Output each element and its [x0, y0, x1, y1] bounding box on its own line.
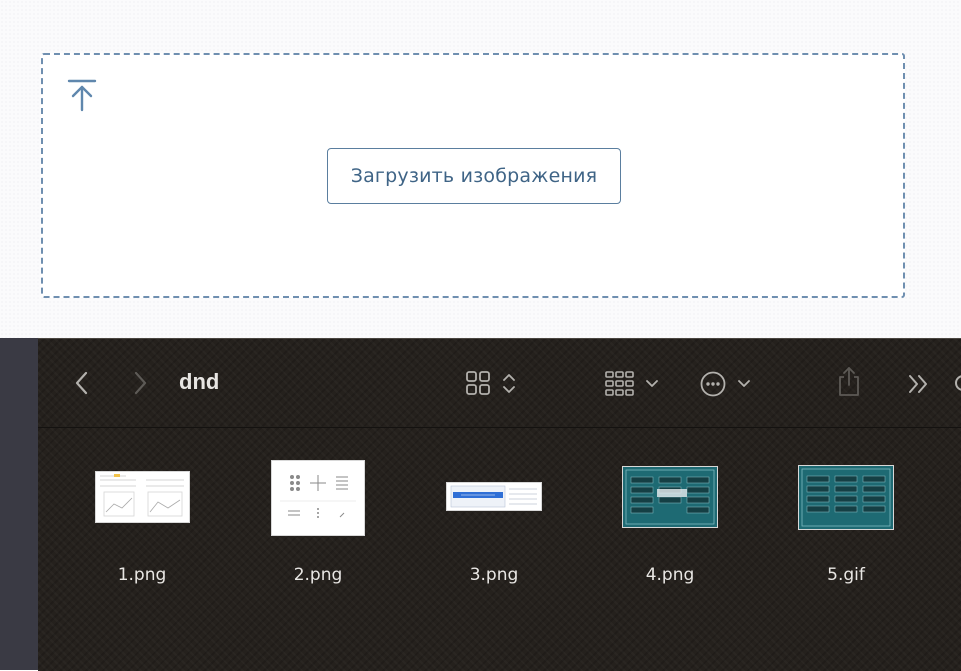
- search-icon[interactable]: [953, 373, 961, 395]
- upload-arrow-icon: [67, 78, 97, 112]
- group-by-icon[interactable]: [605, 371, 663, 397]
- image-thumbnail: [622, 466, 718, 528]
- finder-toolbar: dnd: [38, 339, 961, 428]
- upload-section: Загрузить изображения: [0, 0, 961, 338]
- image-thumbnail: [271, 460, 365, 536]
- file-name: 1.png: [117, 565, 167, 585]
- grid-view-icon[interactable]: [466, 371, 522, 397]
- file-name: 4.png: [645, 565, 695, 585]
- finder-sidebar-edge: [0, 338, 39, 670]
- finder-window: dnd 1.png 2.png 3.png 4.png 5.gif: [38, 338, 961, 671]
- more-actions-icon[interactable]: [700, 371, 756, 397]
- double-chevron-icon[interactable]: [907, 373, 931, 395]
- file-name: 3.png: [469, 565, 519, 585]
- folder-title: dnd: [179, 369, 220, 394]
- drop-zone[interactable]: Загрузить изображения: [41, 53, 905, 298]
- image-thumbnail: [446, 482, 542, 511]
- file-name: 2.png: [293, 565, 343, 585]
- share-icon[interactable]: [837, 365, 861, 397]
- image-thumbnail: [95, 471, 190, 523]
- chevron-left-icon[interactable]: [74, 371, 90, 395]
- upload-images-button[interactable]: Загрузить изображения: [327, 148, 621, 204]
- chevron-right-icon[interactable]: [132, 371, 148, 395]
- image-thumbnail: [798, 465, 894, 530]
- file-name: 5.gif: [827, 565, 865, 585]
